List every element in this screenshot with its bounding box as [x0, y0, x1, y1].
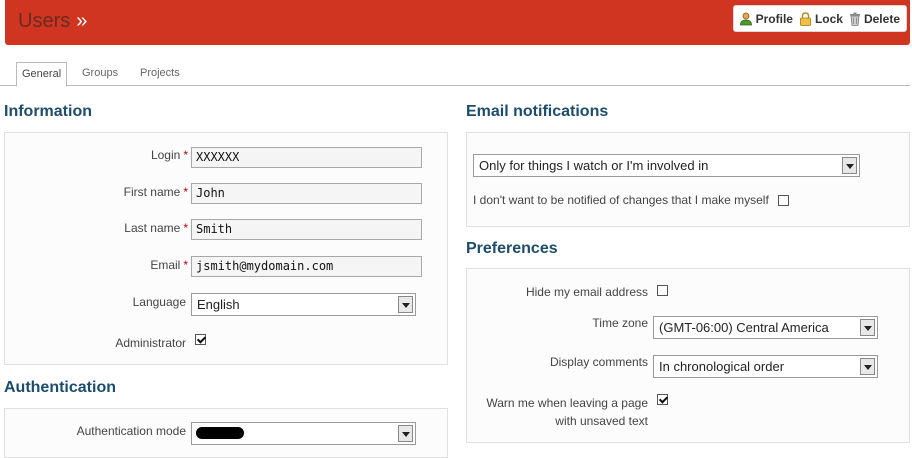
language-value: English: [197, 297, 240, 312]
mail-notification-value: Only for things I watch or I'm involved …: [479, 158, 708, 173]
page-title: Users»: [18, 10, 87, 33]
information-heading: Information: [4, 103, 92, 121]
firstname-input[interactable]: John: [191, 183, 422, 204]
warn-unsaved-checkbox[interactable]: [657, 394, 668, 405]
administrator-checkbox[interactable]: [195, 334, 206, 345]
auth-mode-label: Authentication mode: [30, 424, 186, 438]
language-label: Language: [30, 295, 186, 309]
time-zone-select[interactable]: (GMT-06:00) Central America: [653, 316, 878, 339]
email-notifications-box: [466, 132, 910, 227]
tab-projects[interactable]: Projects: [135, 62, 185, 86]
tab-general[interactable]: General: [16, 62, 67, 87]
display-comments-select[interactable]: In chronological order: [653, 355, 878, 378]
display-comments-label: Display comments: [480, 355, 648, 369]
lastname-input[interactable]: Smith: [191, 219, 422, 240]
email-label: Email*: [30, 258, 188, 272]
user-icon: [739, 12, 753, 26]
login-label: Login*: [30, 148, 188, 162]
firstname-label: First name*: [30, 185, 188, 199]
auth-mode-select[interactable]: [191, 422, 416, 445]
profile-button[interactable]: Profile: [739, 12, 793, 26]
tab-bar: General Groups Projects: [0, 62, 910, 86]
warn-unsaved-label: Warn me when leaving a page with unsaved…: [470, 394, 648, 430]
chevron-down-icon: [842, 157, 857, 174]
no-self-notified-label: I don't want to be notified of changes t…: [473, 193, 769, 207]
time-zone-label: Time zone: [480, 316, 648, 330]
lock-icon: [799, 12, 812, 26]
chevron-down-icon: [860, 319, 875, 336]
email-notifications-heading: Email notifications: [466, 103, 608, 121]
chevron-down-icon: [398, 296, 413, 313]
redacted-value: [196, 427, 244, 439]
time-zone-value: (GMT-06:00) Central America: [659, 320, 829, 335]
no-self-notified-checkbox[interactable]: [778, 195, 789, 206]
contextual-actions: Profile Lock Delete: [733, 5, 907, 32]
tab-groups[interactable]: Groups: [77, 62, 123, 86]
chevron-down-icon: [860, 358, 875, 375]
mail-notification-select[interactable]: Only for things I watch or I'm involved …: [473, 154, 860, 177]
trash-icon: [849, 12, 861, 26]
chevron-down-icon: [398, 425, 413, 442]
authentication-heading: Authentication: [4, 379, 116, 397]
email-input[interactable]: jsmith@mydomain.com: [191, 256, 422, 277]
header-bar: Users» Profile Lock Delete: [5, 0, 910, 45]
lock-button[interactable]: Lock: [799, 12, 843, 26]
administrator-label: Administrator: [30, 336, 186, 350]
language-select[interactable]: English: [191, 293, 416, 316]
delete-button[interactable]: Delete: [849, 12, 900, 26]
hide-mail-label: Hide my email address: [480, 285, 648, 299]
delete-label: Delete: [864, 12, 900, 26]
login-input[interactable]: XXXXXX: [191, 147, 422, 168]
lock-label: Lock: [815, 12, 843, 26]
profile-label: Profile: [756, 12, 793, 26]
hide-mail-checkbox[interactable]: [657, 285, 668, 296]
lastname-label: Last name*: [30, 221, 188, 235]
display-comments-value: In chronological order: [659, 359, 784, 374]
preferences-heading: Preferences: [466, 240, 558, 258]
title-separator: »: [76, 10, 87, 32]
